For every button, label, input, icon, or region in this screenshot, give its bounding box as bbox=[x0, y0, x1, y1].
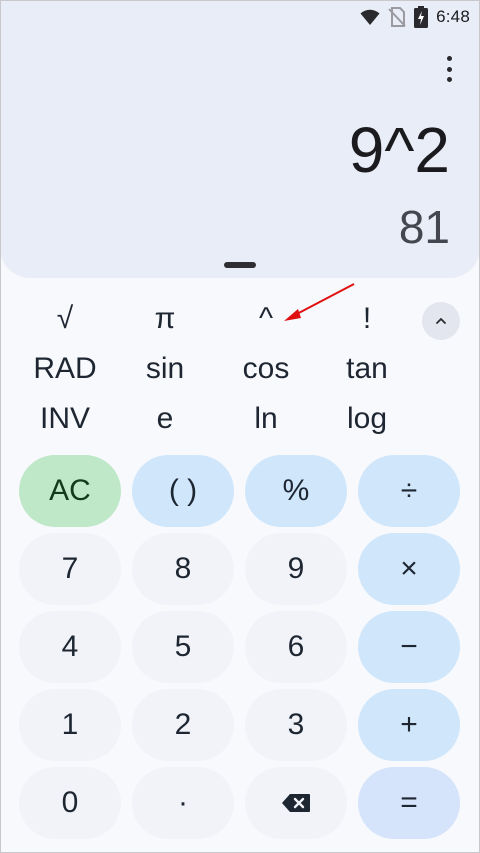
collapse-scientific-button[interactable] bbox=[422, 302, 460, 340]
drag-handle[interactable] bbox=[224, 262, 256, 268]
digit-8-button[interactable]: 8 bbox=[132, 533, 234, 605]
ln-button[interactable]: ln bbox=[211, 396, 321, 442]
sin-button[interactable]: sin bbox=[110, 346, 220, 392]
digit-1-button[interactable]: 1 bbox=[19, 689, 121, 761]
minus-button[interactable]: − bbox=[358, 611, 460, 683]
pi-button[interactable]: π bbox=[110, 296, 220, 342]
digit-0-button[interactable]: 0 bbox=[19, 767, 121, 839]
inv-button[interactable]: INV bbox=[10, 396, 120, 442]
backspace-icon bbox=[282, 794, 310, 812]
sci-row-1: √ π ^ ! bbox=[0, 296, 480, 342]
all-clear-button[interactable]: AC bbox=[19, 455, 121, 527]
equals-button[interactable]: = bbox=[358, 767, 460, 839]
digit-9-button[interactable]: 9 bbox=[245, 533, 347, 605]
divide-button[interactable]: ÷ bbox=[358, 455, 460, 527]
wifi-icon bbox=[360, 9, 380, 25]
status-bar: 6:48 bbox=[360, 6, 470, 28]
chevron-up-icon bbox=[436, 318, 446, 324]
e-button[interactable]: e bbox=[110, 396, 220, 442]
digit-4-button[interactable]: 4 bbox=[19, 611, 121, 683]
power-button[interactable]: ^ bbox=[211, 296, 321, 342]
digit-3-button[interactable]: 3 bbox=[245, 689, 347, 761]
sci-row-3: INV e ln log bbox=[0, 396, 480, 442]
no-sim-icon bbox=[388, 7, 406, 27]
sci-row-2: RAD sin cos tan bbox=[0, 346, 480, 392]
rad-button[interactable]: RAD bbox=[10, 346, 120, 392]
parentheses-button[interactable]: ( ) bbox=[132, 455, 234, 527]
display-panel: 6:48 9^2 81 bbox=[0, 0, 480, 278]
percent-button[interactable]: % bbox=[245, 455, 347, 527]
battery-charging-icon bbox=[414, 6, 429, 28]
expression-display[interactable]: 9^2 bbox=[349, 118, 450, 182]
digit-5-button[interactable]: 5 bbox=[132, 611, 234, 683]
status-time: 6:48 bbox=[436, 7, 470, 26]
result-display: 81 bbox=[398, 201, 450, 253]
digit-6-button[interactable]: 6 bbox=[245, 611, 347, 683]
digit-7-button[interactable]: 7 bbox=[19, 533, 121, 605]
digit-2-button[interactable]: 2 bbox=[132, 689, 234, 761]
multiply-button[interactable]: × bbox=[358, 533, 460, 605]
more-vert-icon[interactable] bbox=[438, 56, 460, 82]
log-button[interactable]: log bbox=[312, 396, 422, 442]
sqrt-button[interactable]: √ bbox=[10, 296, 120, 342]
factorial-button[interactable]: ! bbox=[312, 296, 422, 342]
plus-button[interactable]: + bbox=[358, 689, 460, 761]
decimal-button[interactable]: · bbox=[132, 767, 234, 839]
backspace-button[interactable] bbox=[245, 767, 347, 839]
tan-button[interactable]: tan bbox=[312, 346, 422, 392]
cos-button[interactable]: cos bbox=[211, 346, 321, 392]
